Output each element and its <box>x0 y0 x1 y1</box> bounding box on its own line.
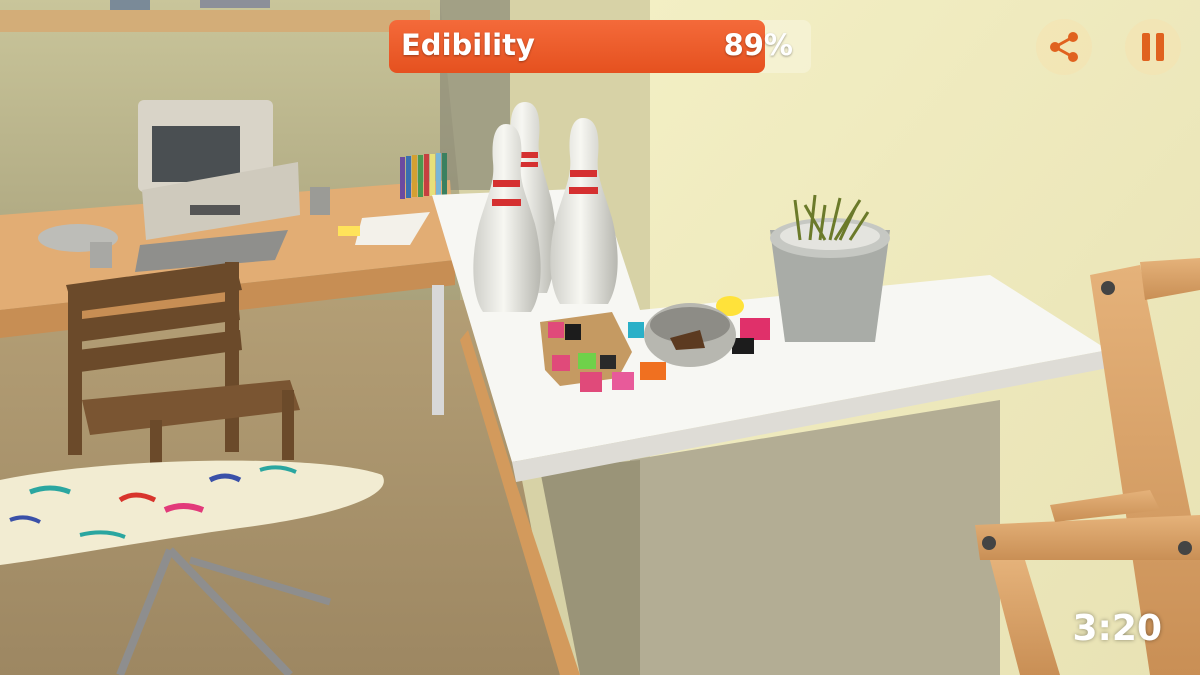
mug <box>90 242 112 268</box>
desk-cup <box>310 187 330 215</box>
shelf-books <box>110 0 150 10</box>
sticky-note <box>338 226 360 236</box>
game-scene <box>0 0 1200 675</box>
pause-button[interactable] <box>1125 19 1181 75</box>
floppy-slot <box>190 205 240 215</box>
computer-screen <box>152 126 240 182</box>
pause-icon <box>1142 33 1164 61</box>
edibility-value: 89% <box>723 28 793 62</box>
edibility-meter: Edibility 89% <box>389 20 811 73</box>
desk-leg <box>432 285 444 415</box>
share-icon <box>1050 32 1078 62</box>
upper-shelf <box>0 10 430 32</box>
edibility-label: Edibility <box>401 28 535 62</box>
shelf-items <box>200 0 270 8</box>
game-timer: 3:20 <box>1072 608 1162 649</box>
share-button[interactable] <box>1036 19 1092 75</box>
